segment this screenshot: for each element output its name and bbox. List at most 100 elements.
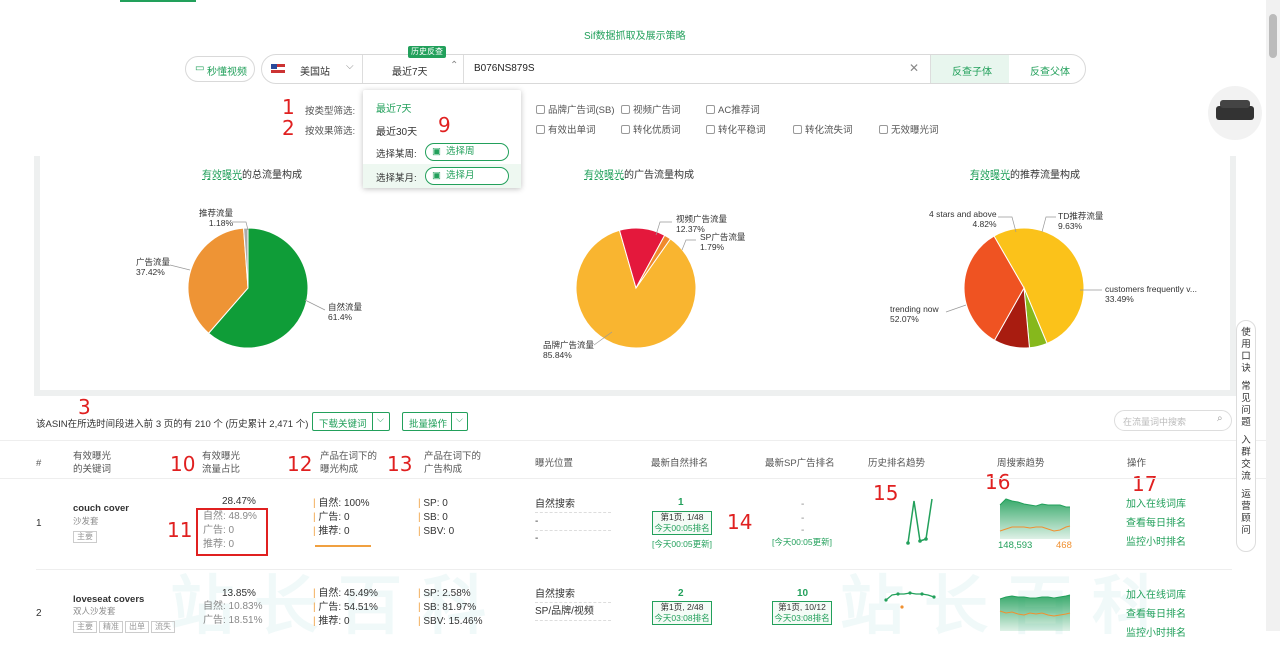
col-ad: 产品在词下的 广告构成 (424, 451, 482, 475)
row1-natural-update: [今天00:05更新] (652, 539, 712, 549)
col-exposure: 产品在词下的 曝光构成 (320, 451, 378, 475)
help-sidebar: 使用口诀 常见问题 入群交流 运营顾问 (1236, 320, 1256, 552)
range-dropdown: 最近7天 最近30天 选择某周: ▣ 选择周 选择某月: ▣ 选择月 (363, 90, 521, 188)
row1-prod-ad: | 广告: 0 (313, 512, 350, 523)
row2-prod-ad: | 广告: 54.51% (313, 602, 378, 613)
row1-sp-0: - (801, 499, 805, 510)
option-7days[interactable]: 最近7天 (376, 100, 412, 115)
divider (535, 512, 611, 513)
pie1-label-natural: 自然流量 61.4% (328, 302, 363, 322)
row2-ad-sp: | SP: 2.58% (418, 588, 471, 599)
annotation-13: 13 (387, 452, 413, 476)
pie3-label-td: TD推荐流量 9.63% (1058, 211, 1104, 231)
row1-share-ad: 广告: 0 (203, 525, 235, 536)
row1-natural-rank: 1 (678, 497, 684, 508)
row2-prod-rec: | 推荐: 0 (313, 616, 350, 627)
search-icon: ⌕ (1217, 413, 1223, 424)
sidebar-item-advisor[interactable]: 运营顾问 (1241, 489, 1251, 537)
row2-sp-box: 第1页, 10/12 今天03:08排名 (772, 601, 832, 625)
row1-week-left: 148,593 (998, 540, 1033, 551)
annotation-11: 11 (167, 518, 193, 542)
row2-natural-box: 第1页, 2/48 今天03:08排名 (652, 601, 712, 625)
row2-op-hourly[interactable]: 监控小时排名 (1126, 627, 1186, 641)
row1-pos-2: - (535, 533, 539, 544)
chevron-down-icon: ⌵ (377, 414, 384, 424)
row2-pos-1: SP/品牌/视频 (535, 606, 594, 617)
annotation-16: 16 (985, 470, 1011, 494)
divider (535, 602, 611, 603)
row1-share-rec: 推荐: 0 (203, 539, 235, 550)
row1-sp-update: [今天00:05更新] (772, 537, 832, 547)
row1-week-right: 468 (1056, 540, 1072, 551)
col-position: 曝光位置 (535, 458, 574, 469)
row1-prod-natural: | 自然: 100% (313, 498, 370, 509)
row2-prod-natural: | 自然: 45.49% (313, 588, 378, 599)
row1-natural-box: 第1页, 1/48 今天00:05排名 (652, 511, 712, 535)
divider (0, 478, 1266, 479)
row1-index: 1 (36, 518, 42, 529)
sidebar-item-faq[interactable]: 常见问题 (1241, 381, 1251, 429)
row1-share-natural: 自然: 48.9% (203, 511, 257, 522)
col-history: 历史排名趋势 (868, 458, 926, 469)
divider (0, 440, 1266, 441)
divider (535, 530, 611, 531)
batch-button[interactable]: 批量操作 ⌵ (402, 412, 468, 431)
row2-share-natural: 自然: 10.83% (203, 601, 263, 612)
row1-pos-1: - (535, 516, 539, 527)
pie2-label-video: 视频广告流量 12.37% (676, 214, 728, 234)
pie1-label-recommend: 推荐流量 1.18% (199, 208, 234, 228)
sidebar-item-group[interactable]: 入群交流 (1241, 435, 1251, 483)
row1-op-add[interactable]: 加入在线词库 (1126, 498, 1186, 512)
col-week[interactable]: 周搜索趋势 (997, 457, 1045, 470)
annotation-15: 15 (873, 481, 899, 505)
row2-op-daily[interactable]: 查看每日排名 (1126, 608, 1186, 622)
row1-keyword-cn: 沙发套 (73, 516, 99, 526)
col-keyword: 有效曝光 的关键词 (73, 451, 112, 475)
row1-op-hourly[interactable]: 监控小时排名 (1126, 536, 1186, 550)
row2-op-add[interactable]: 加入在线词库 (1126, 589, 1186, 603)
row1-op-daily[interactable]: 查看每日排名 (1126, 517, 1186, 531)
col-ops: 操作 (1127, 458, 1147, 469)
annotation-2: 2 (282, 116, 295, 140)
scrollbar-thumb[interactable] (1269, 14, 1277, 58)
sidebar-item-tips[interactable]: 使用口诀 (1241, 327, 1251, 375)
pie1-label-ad: 广告流量 37.42% (136, 257, 171, 277)
divider (36, 569, 1232, 570)
annotation-14: 14 (727, 510, 753, 534)
week-label: 选择某周: (376, 149, 417, 160)
scrollbar[interactable] (1266, 0, 1280, 631)
download-label: 下载关键词 (319, 419, 367, 430)
row2-sp-rank: 10 (797, 588, 809, 599)
download-button[interactable]: 下载关键词 ⌵ (312, 412, 390, 431)
row1-history-sparkline (906, 498, 933, 545)
row1-prod-bar (315, 545, 371, 547)
row2-pos-0: 自然搜索 (535, 589, 575, 600)
chevron-down-icon: ⌵ (456, 414, 463, 424)
col-natural-rank[interactable]: 最新自然排名 (651, 457, 708, 470)
row1-week-sparkline (999, 498, 1071, 539)
row2-index: 2 (36, 608, 42, 619)
select-month-button[interactable]: ▣ 选择月 (425, 167, 509, 185)
calendar-icon: ▣ (432, 146, 441, 157)
col-share[interactable]: 有效曝光 流量占比 (202, 450, 240, 476)
row1-ad-sbv: | SBV: 0 (418, 526, 455, 537)
select-week-button[interactable]: ▣ 选择周 (425, 143, 509, 161)
annotation-12: 12 (287, 452, 313, 476)
row1-pos-0: 自然搜索 (535, 499, 575, 510)
pie3-label-4stars: 4 stars and above 4.82% (929, 209, 997, 229)
annotation-10: 10 (170, 452, 196, 476)
pie3-label-trending: trending now 52.07% (890, 304, 939, 324)
divider (535, 620, 611, 621)
keyword-search-input[interactable]: 在流量词中搜索 ⌕ (1114, 410, 1232, 431)
row1-ad-sb: | SB: 0 (418, 512, 448, 523)
row2-ad-sb: | SB: 81.97% (418, 602, 477, 613)
summary-text: 该ASIN在所选时间段进入前 3 页的有 210 个 (历史累计 2,471 个… (36, 419, 309, 430)
row1-prod-rec: | 推荐: 0 (313, 526, 350, 537)
row2-keyword-cn: 双人沙发套 (73, 606, 116, 616)
row1-share: 28.47% (222, 496, 256, 507)
search-placeholder: 在流量词中搜索 (1123, 417, 1187, 427)
row1-ad-sp: | SP: 0 (418, 498, 448, 509)
option-30days[interactable]: 最近30天 (376, 123, 417, 138)
col-sp-rank[interactable]: 最新SP广告排名 (765, 457, 835, 470)
col-index: # (36, 458, 42, 469)
